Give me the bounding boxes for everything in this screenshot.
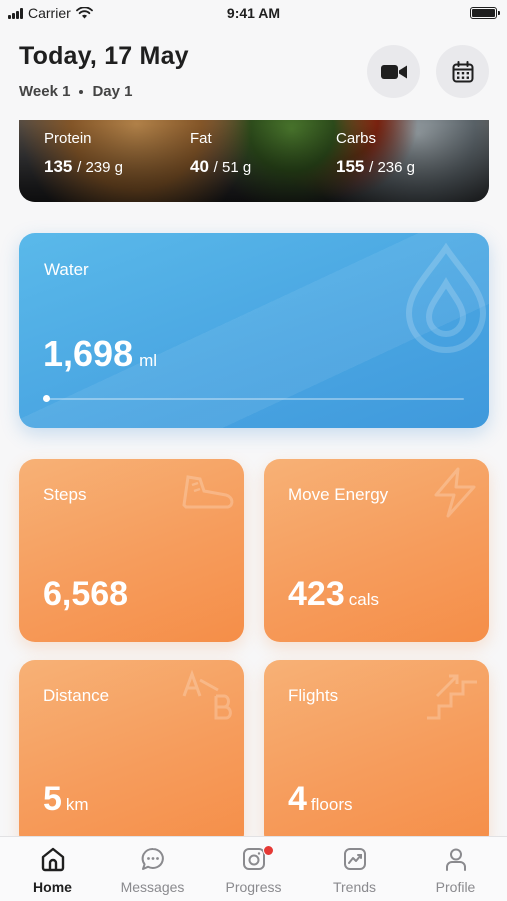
macro-carbs: Carbs 155 / 236 g (336, 130, 415, 177)
flights-unit: floors (310, 795, 353, 814)
page-header: Today, 17 May Week 1 Day 1 (0, 28, 507, 120)
distance-amount: 5 km (43, 780, 89, 819)
calendar-button[interactable] (436, 45, 489, 98)
water-value: 1,698 (43, 333, 134, 374)
macro-protein: Protein 135 / 239 g (44, 130, 123, 177)
tab-label: Progress (225, 879, 282, 895)
day-label: Day 1 (92, 83, 133, 100)
week-label: Week 1 (19, 83, 71, 100)
person-icon (445, 848, 466, 871)
chat-bubble-icon (141, 847, 164, 870)
video-call-button[interactable] (367, 45, 420, 98)
page-title: Today, 17 May (19, 42, 189, 70)
distance-card[interactable]: Distance 5 km (19, 660, 244, 850)
program-progress: Week 1 Day 1 (19, 83, 132, 100)
tab-label: Messages (120, 879, 185, 895)
tab-label: Profile (435, 879, 476, 895)
status-time: 9:41 AM (226, 5, 281, 21)
a-to-b-icon (182, 669, 232, 720)
water-card[interactable]: Water 1,698 ml (19, 233, 489, 428)
tab-trends[interactable]: Trends (304, 837, 405, 901)
macro-total: / 51 g (213, 159, 252, 176)
move-energy-card[interactable]: Move Energy 423 cals (264, 459, 489, 642)
tab-messages[interactable]: Messages (102, 837, 203, 901)
flights-label: Flights (288, 686, 339, 705)
distance-value: 5 (43, 780, 62, 818)
steps-card[interactable]: Steps 6,568 (19, 459, 244, 642)
shoe-icon (182, 475, 234, 509)
tab-profile[interactable]: Profile (405, 837, 506, 901)
distance-unit: km (65, 795, 89, 814)
separator-dot (79, 90, 84, 95)
video-camera-icon (380, 64, 407, 79)
lightning-icon (434, 467, 476, 518)
water-progress-knob[interactable] (43, 395, 50, 402)
tab-label: Home (33, 879, 72, 895)
move-energy-unit: cals (348, 590, 379, 609)
status-bar: Carrier 9:41 AM (0, 0, 507, 28)
water-progress-track (44, 398, 464, 400)
water-label: Water (44, 260, 89, 279)
tab-bar: Home Messages Progress Trends Profile (0, 836, 507, 901)
trend-chart-icon (343, 848, 366, 870)
macro-value: 155 (336, 157, 365, 176)
tab-label: Trends (332, 879, 377, 895)
tab-home[interactable]: Home (2, 837, 103, 901)
water-amount: 1,698 ml (43, 333, 157, 375)
tab-progress[interactable]: Progress (203, 837, 304, 901)
notification-badge (263, 845, 274, 856)
macro-total: / 239 g (77, 159, 123, 176)
stairs-icon (427, 674, 477, 720)
macro-value: 135 (44, 157, 73, 176)
macro-value: 40 (190, 157, 209, 176)
macro-fat: Fat 40 / 51 g (190, 130, 251, 177)
move-energy-value: 423 (288, 575, 345, 613)
flights-value: 4 (288, 780, 307, 818)
move-energy-amount: 423 cals (288, 575, 379, 614)
calendar-icon (452, 60, 473, 82)
water-unit: ml (139, 351, 158, 370)
water-drop-icon (405, 243, 487, 353)
macro-total: / 236 g (369, 159, 415, 176)
steps-label: Steps (43, 485, 87, 504)
distance-label: Distance (43, 686, 110, 705)
steps-value: 6,568 (43, 575, 129, 613)
macro-label: Fat (190, 130, 212, 147)
move-energy-label: Move Energy (288, 485, 389, 504)
battery-icon (470, 7, 500, 19)
home-icon (41, 847, 64, 872)
macro-label: Carbs (336, 130, 377, 147)
flights-amount: 4 floors (288, 780, 353, 819)
flights-card[interactable]: Flights 4 floors (264, 660, 489, 850)
macro-label: Protein (44, 130, 92, 147)
